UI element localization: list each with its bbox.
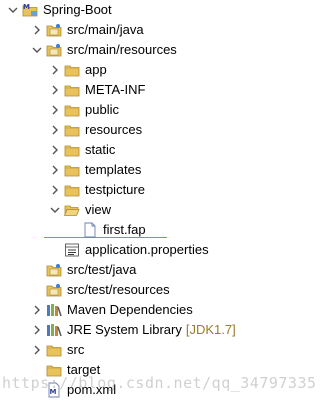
file-icon <box>82 222 98 238</box>
source-folder-icon <box>46 42 62 58</box>
tree-item[interactable]: static <box>50 140 115 160</box>
tree-item-label: src/test/java <box>67 262 137 277</box>
source-folder-icon <box>46 282 62 298</box>
library-icon <box>46 322 62 338</box>
tree-item[interactable]: src <box>32 340 84 360</box>
tree-item[interactable]: src/main/resources <box>32 40 177 60</box>
source-folder-icon <box>46 22 62 38</box>
tree-item-label: Spring-Boot <box>43 2 112 17</box>
properties-file-icon <box>64 242 80 258</box>
chevron-right-icon[interactable] <box>32 323 42 337</box>
red-underline-annotation <box>44 237 167 238</box>
chevron-down-icon[interactable] <box>50 203 60 217</box>
tree-item[interactable]: view <box>50 200 111 220</box>
svg-text:M: M <box>23 3 30 11</box>
folder-icon <box>64 82 80 98</box>
project-icon: M <box>22 2 38 18</box>
tree-item-label: Maven Dependencies <box>67 302 193 317</box>
library-icon <box>46 302 62 318</box>
tree-item[interactable]: Maven Dependencies <box>32 300 193 320</box>
tree-item[interactable]: src/main/java <box>32 20 144 40</box>
tree-item[interactable]: src/test/java <box>32 260 136 280</box>
tree-item-label: public <box>85 102 119 117</box>
tree-item-label: view <box>85 202 112 217</box>
tree-item-label: src/test/resources <box>67 282 170 297</box>
tree-item-label: resources <box>85 122 143 137</box>
tree-item-label: static <box>85 142 116 157</box>
tree-item[interactable]: resources <box>50 120 142 140</box>
chevron-right-icon[interactable] <box>32 303 42 317</box>
tree-item[interactable]: target <box>32 360 100 380</box>
tree-item[interactable]: templates <box>50 160 141 180</box>
folder-icon <box>64 182 80 198</box>
tree-item-label: templates <box>85 162 142 177</box>
chevron-right-icon[interactable] <box>50 123 60 137</box>
tree-item[interactable]: app <box>50 60 107 80</box>
folder-icon <box>46 362 62 378</box>
tree-item-decoration: [JDK1.7] <box>185 322 236 337</box>
folder-icon <box>64 162 80 178</box>
chevron-right-icon[interactable] <box>50 183 60 197</box>
chevron-right-icon[interactable] <box>50 83 60 97</box>
chevron-right-icon[interactable] <box>32 343 42 357</box>
tree-item-label: src/main/java <box>67 22 144 37</box>
tree-item-label: META-INF <box>85 82 146 97</box>
folder-icon <box>64 142 80 158</box>
folder-icon <box>64 62 80 78</box>
tree-item-label: JRE System Library <box>67 322 182 337</box>
tree-item-label: testpicture <box>85 182 145 197</box>
tree-item[interactable]: application.properties <box>50 240 209 260</box>
chevron-right-icon[interactable] <box>50 143 60 157</box>
tree-item-label: app <box>85 62 107 77</box>
tree-item[interactable]: testpicture <box>50 180 145 200</box>
tree-item[interactable]: M Spring-Boot <box>8 0 112 20</box>
tree-item-label: application.properties <box>85 242 209 257</box>
tree-item[interactable]: JRE System Library [JDK1.7] <box>32 320 236 340</box>
tree-item[interactable]: META-INF <box>50 80 145 100</box>
tree-item[interactable]: public <box>50 100 119 120</box>
xml-file-icon: M <box>46 382 62 398</box>
tree-item-label: pom.xml <box>67 382 117 397</box>
tree-item[interactable]: src/test/resources <box>32 280 170 300</box>
chevron-right-icon[interactable] <box>32 23 42 37</box>
tree-item[interactable]: Mpom.xml <box>32 380 116 400</box>
svg-text:M: M <box>50 388 57 396</box>
folder-icon <box>46 342 62 358</box>
source-folder-icon <box>46 262 62 278</box>
chevron-right-icon[interactable] <box>50 103 60 117</box>
chevron-down-icon[interactable] <box>8 3 18 17</box>
chevron-right-icon[interactable] <box>50 163 60 177</box>
chevron-down-icon[interactable] <box>32 43 42 57</box>
tree-item-label: src/main/resources <box>67 42 177 57</box>
folder-icon <box>64 122 80 138</box>
chevron-right-icon[interactable] <box>50 63 60 77</box>
tree-item-label: target <box>67 362 101 377</box>
folder-icon <box>64 102 80 118</box>
tree-item-label: first.fap <box>103 222 146 237</box>
open-folder-icon <box>63 202 80 218</box>
tree-item-label: src <box>67 342 85 357</box>
